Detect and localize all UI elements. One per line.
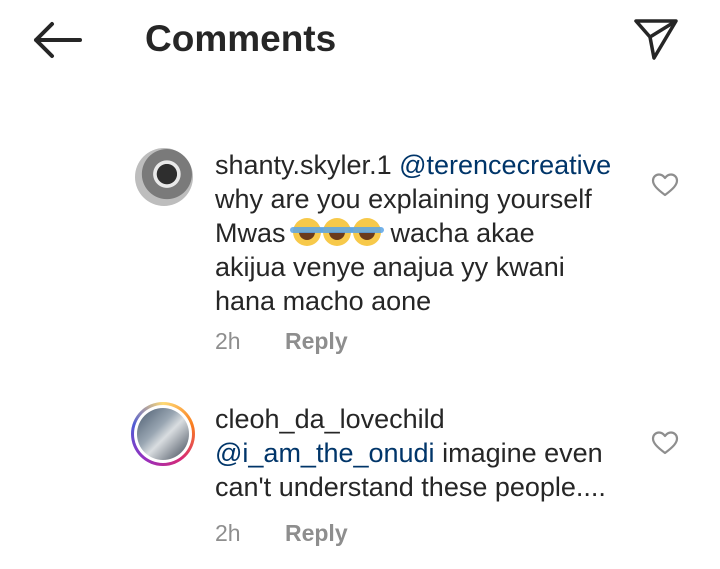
avatar-ring-inner — [134, 405, 192, 463]
comment-username[interactable]: shanty.skyler.1 — [215, 150, 392, 180]
comment-mention[interactable]: @terencecreative — [399, 150, 611, 180]
comment-text-line: @i_am_the_onudi imagine even — [215, 436, 635, 470]
avatar[interactable] — [131, 402, 195, 466]
comment-body: cleoh_da_lovechild @i_am_the_onudi imagi… — [215, 402, 635, 504]
comment-text-line: why are you explaining yourself — [215, 184, 592, 214]
back-arrow-icon[interactable] — [30, 20, 84, 60]
comment-meta: 2h Reply — [215, 328, 348, 355]
comment-username[interactable]: cleoh_da_lovechild — [215, 404, 445, 434]
comment-text-fragment: Mwas — [215, 218, 286, 248]
comment-text-line: akijua venye anajua yy kwani — [215, 252, 565, 282]
direct-message-icon[interactable] — [632, 16, 680, 62]
avatar-photo — [137, 408, 189, 460]
avatar[interactable] — [135, 148, 193, 206]
tears-of-joy-emoji-icon — [320, 218, 355, 246]
comment-time: 2h — [215, 520, 241, 546]
comment-text-line: Mwas wacha akae — [215, 216, 635, 250]
comment-text-fragment: wacha akae — [390, 218, 535, 248]
comment-text-line: can't understand these people.... — [215, 472, 606, 502]
page-title: Comments — [145, 18, 337, 59]
comment-time: 2h — [215, 328, 241, 354]
reply-button[interactable]: Reply — [285, 328, 348, 354]
tears-of-joy-emoji-icon — [290, 218, 325, 246]
comment-mention[interactable]: @i_am_the_onudi — [215, 438, 435, 468]
comment-text-line: hana macho aone — [215, 286, 432, 316]
comment-item: cleoh_da_lovechild @i_am_the_onudi imagi… — [0, 402, 720, 562]
like-heart-icon[interactable] — [651, 430, 679, 456]
comment-text-fragment: imagine even — [442, 438, 603, 468]
comment-item: shanty.skyler.1 @terencecreative why are… — [0, 148, 720, 358]
comment-body: shanty.skyler.1 @terencecreative why are… — [215, 148, 635, 318]
like-heart-icon[interactable] — [651, 172, 679, 198]
tears-of-joy-emoji-icon — [350, 218, 385, 246]
reply-button[interactable]: Reply — [285, 520, 348, 546]
top-bar: Comments — [0, 0, 720, 80]
comment-meta: 2h Reply — [215, 520, 348, 547]
